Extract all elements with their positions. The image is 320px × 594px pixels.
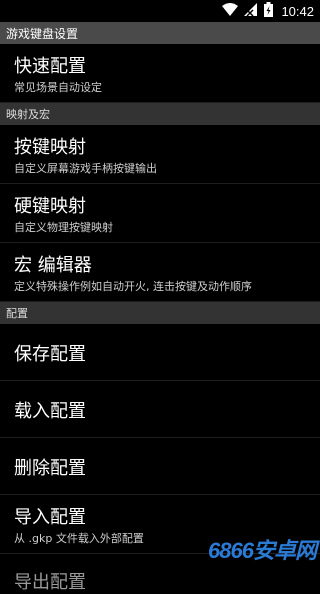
item-title: 载入配置 xyxy=(14,401,86,422)
quick-config-item[interactable]: 快速配置 常见场景自动设定 xyxy=(0,44,320,103)
item-subtitle: 自定义物理按键映射 xyxy=(14,221,113,234)
item-title: 宏 编辑器 xyxy=(14,255,92,276)
status-bar: 10:42 xyxy=(0,0,320,22)
title-bar: 游戏键盘设置 xyxy=(0,22,320,44)
item-title: 删除配置 xyxy=(14,458,86,479)
wifi-icon xyxy=(222,2,239,21)
item-title: 保存配置 xyxy=(14,344,86,365)
save-config-item[interactable]: 保存配置 xyxy=(0,324,320,381)
section-header-mapping: 映射及宏 xyxy=(0,103,320,125)
item-title: 导出配置 xyxy=(14,572,86,593)
section-header-config: 配置 xyxy=(0,302,320,324)
item-subtitle: 自定义屏幕游戏手柄按键输出 xyxy=(14,162,157,175)
status-icons: 10:42 xyxy=(222,1,314,21)
battery-icon xyxy=(264,1,274,21)
hardkey-mapping-item[interactable]: 硬键映射 自定义物理按键映射 xyxy=(0,184,320,243)
key-mapping-item[interactable]: 按键映射 自定义屏幕游戏手柄按键输出 xyxy=(0,125,320,184)
section-header-label: 映射及宏 xyxy=(6,108,50,121)
section-header-label: 配置 xyxy=(6,307,28,320)
item-subtitle: 常见场景自动设定 xyxy=(14,81,102,94)
item-title: 硬键映射 xyxy=(14,196,86,217)
item-subtitle: 定义特殊操作例如自动开火, 连击按键及动作顺序 xyxy=(14,280,252,293)
load-config-item[interactable]: 载入配置 xyxy=(0,381,320,438)
settings-list: 快速配置 常见场景自动设定 映射及宏 按键映射 自定义屏幕游戏手柄按键输出 硬键… xyxy=(0,44,320,594)
watermark-logo: 6866安卓网 xyxy=(208,538,317,563)
delete-config-item[interactable]: 删除配置 xyxy=(0,438,320,495)
page-title: 游戏键盘设置 xyxy=(6,27,79,41)
item-title: 导入配置 xyxy=(14,507,86,528)
item-title: 快速配置 xyxy=(14,56,86,77)
signal-icon xyxy=(244,2,258,21)
item-title: 按键映射 xyxy=(14,137,86,158)
status-time: 10:42 xyxy=(281,3,314,19)
item-subtitle: 从 .gkp 文件载入外部配置 xyxy=(14,532,144,545)
macro-editor-item[interactable]: 宏 编辑器 定义特殊操作例如自动开火, 连击按键及动作顺序 xyxy=(0,243,320,302)
